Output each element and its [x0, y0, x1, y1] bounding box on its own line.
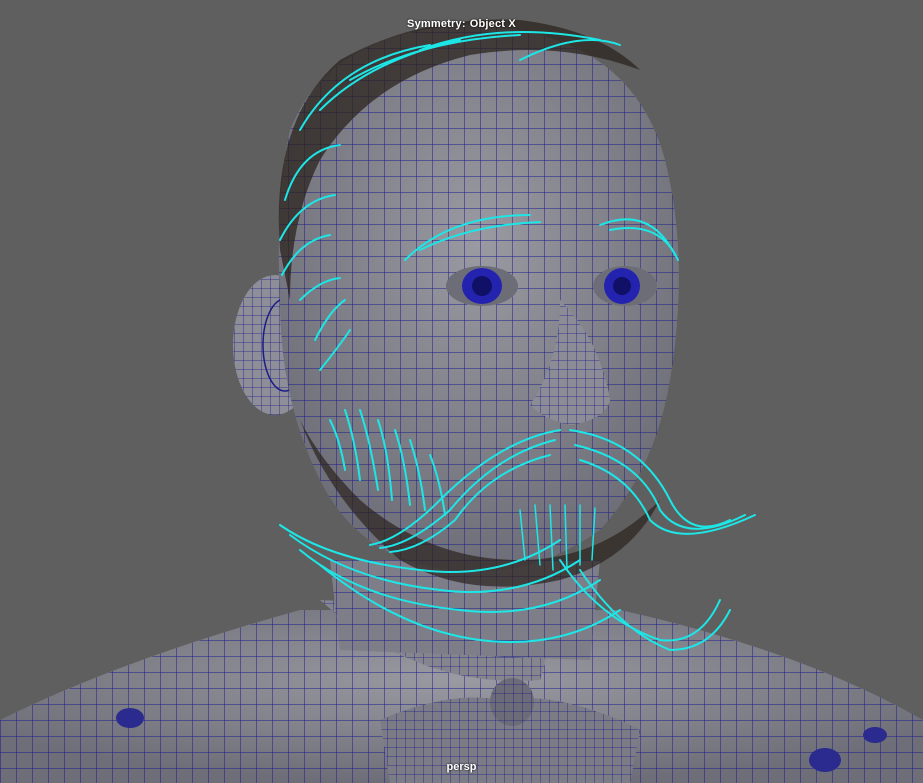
eye-left — [446, 266, 518, 306]
symmetry-indicator: Symmetry: Object X — [0, 18, 923, 30]
perspective-viewport[interactable]: Symmetry: Object X persp — [0, 0, 923, 783]
symmetry-label: Symmetry: — [407, 18, 466, 30]
symmetry-value: Object X — [469, 18, 516, 30]
eye-right — [593, 266, 657, 306]
camera-label: persp — [446, 761, 477, 773]
viewport-scene[interactable] — [0, 0, 923, 783]
